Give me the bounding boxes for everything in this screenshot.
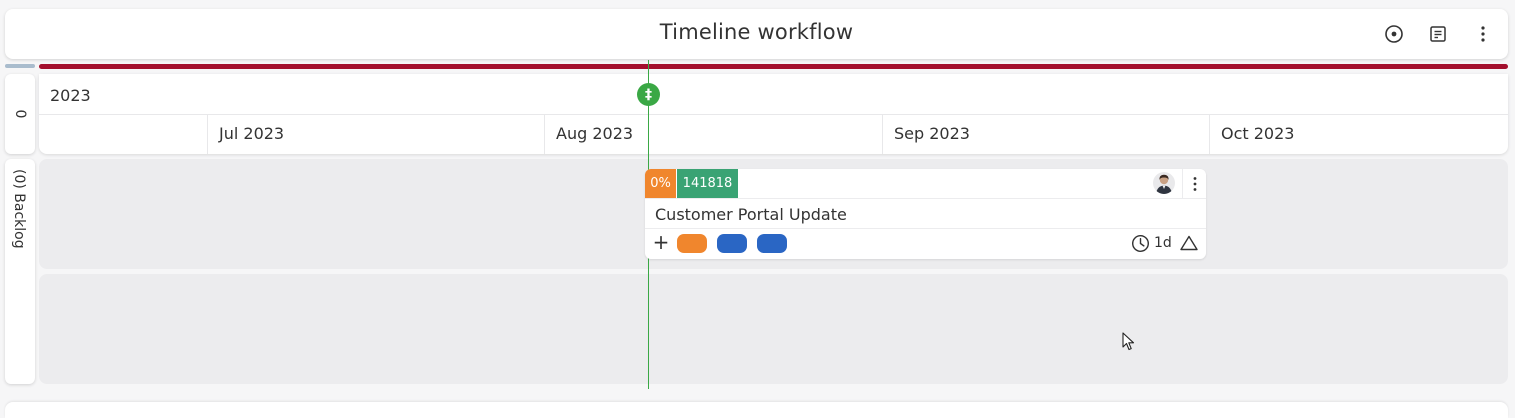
tag-orange[interactable] (677, 234, 707, 253)
card-divider (645, 228, 1206, 229)
accent-bar (39, 64, 1508, 69)
page-title: Timeline workflow (659, 20, 854, 44)
more-vertical-icon[interactable] (1472, 23, 1494, 45)
duration-indicator: 1d (1131, 233, 1172, 253)
tag-blue[interactable] (717, 234, 747, 253)
card-title[interactable]: Customer Portal Update (655, 205, 847, 224)
month-label: Sep 2023 (894, 124, 970, 143)
card-header: 0% 141818 (645, 169, 1206, 199)
swimlane-header-cell: 0 (5, 74, 35, 154)
progress-badge: 0% (645, 169, 676, 198)
target-icon[interactable] (1383, 23, 1405, 45)
swimlane-strip (5, 64, 35, 68)
mouse-cursor-icon (1122, 332, 1135, 351)
warning-triangle-icon[interactable] (1180, 235, 1198, 251)
lane-header-backlog[interactable]: (0) Backlog (5, 159, 35, 384)
avatar[interactable] (1153, 172, 1175, 194)
swimlane-header-label: 0 (12, 109, 28, 119)
tag-blue[interactable] (757, 234, 787, 253)
duration-value: 1d (1154, 235, 1172, 251)
timescale-year: 2023 (50, 86, 91, 105)
month-column-oct: Oct 2023 (1209, 114, 1508, 154)
report-icon[interactable] (1427, 23, 1449, 45)
add-icon[interactable]: + (653, 232, 670, 252)
lane-label: (0) Backlog (11, 169, 27, 249)
timescale: 2023 Jul 2023 Aug 2023 Sep 2023 Oct 2023 (39, 74, 1508, 154)
month-column-jul: Jul 2023 (207, 114, 544, 154)
lane-row[interactable] (39, 274, 1508, 384)
card-id-badge[interactable]: 141818 (677, 169, 738, 198)
month-label: Oct 2023 (1221, 124, 1295, 143)
card-more-icon[interactable] (1182, 169, 1206, 198)
task-card[interactable]: 0% 141818 Customer Portal Update + 1d (645, 169, 1206, 259)
month-label: Jul 2023 (219, 124, 285, 143)
month-label: Aug 2023 (556, 124, 634, 143)
header-bar: Timeline workflow (5, 9, 1508, 59)
clock-icon (1131, 234, 1150, 252)
month-column-aug: Aug 2023 (544, 114, 882, 154)
bottom-panel (5, 402, 1508, 418)
month-column-sep: Sep 2023 (882, 114, 1209, 154)
today-marker-icon[interactable]: ‡ (637, 83, 660, 106)
